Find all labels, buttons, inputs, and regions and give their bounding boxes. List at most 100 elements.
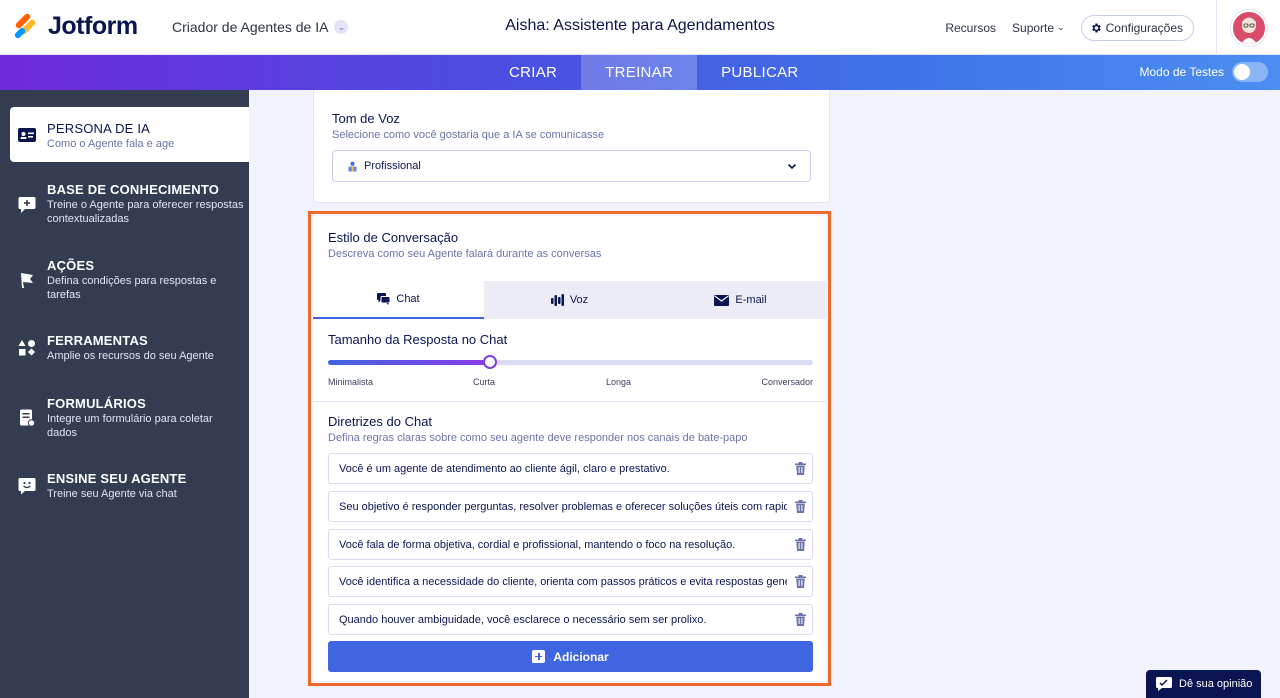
sidebar-item-desc: Amplie os recursos do seu Agente (47, 350, 214, 362)
trash-icon[interactable] (795, 500, 806, 513)
response-length-title: Tamanho da Resposta no Chat (328, 332, 508, 347)
sidebar-item-label: FERRAMENTAS (47, 333, 148, 348)
chevron-down-icon (787, 163, 797, 170)
sidebar-item-desc: Defina condições para respostas e tarefa… (47, 275, 217, 301)
header-actions: Recursos Suporte ⌄ Configurações (945, 0, 1280, 55)
tab-voice[interactable]: Voz (484, 281, 655, 319)
guidelines-title: Diretrizes do Chat (328, 414, 433, 429)
tab-label: Voz (569, 294, 589, 306)
conversation-style-card: Estilo de Conversação Descreva como seu … (313, 216, 826, 681)
sidebar-item-knowledge[interactable]: BASE DE CONHECIMENTO Treine o Agente par… (10, 180, 249, 230)
guideline-text[interactable]: Você identifica a necessidade do cliente… (339, 576, 787, 588)
style-subtitle: Descreva como seu Agente falará durante … (328, 248, 602, 260)
sidebar-item-label: PERSONA DE IA (47, 121, 151, 136)
guideline-row[interactable]: Você é um agente de atendimento ao clien… (328, 453, 813, 484)
feedback-button[interactable]: Dê sua opinião (1146, 670, 1261, 698)
add-guideline-button[interactable]: Adicionar (328, 641, 813, 672)
smile-chat-icon (18, 477, 36, 495)
chat-plus-icon (18, 196, 36, 214)
trash-icon[interactable] (795, 462, 806, 475)
tone-select[interactable]: Profissional (332, 150, 811, 182)
tone-selected-value: Profissional (364, 160, 421, 172)
feedback-label: Dê sua opinião (1179, 678, 1253, 690)
tone-of-voice-card: Tom de Voz Selecione como você gostaria … (313, 90, 830, 203)
tab-email[interactable]: E-mail (655, 281, 826, 319)
chat-icon (377, 293, 391, 305)
logo-text: Jotform (48, 12, 138, 40)
training-sidebar: PERSONA DE IA Como o Agente fala e age B… (0, 90, 249, 698)
plus-square-icon (532, 650, 546, 663)
support-menu[interactable]: Suporte ⌄ (1012, 21, 1065, 35)
section-divider (313, 401, 826, 402)
gear-icon (1091, 23, 1101, 32)
sidebar-item-tools[interactable]: FERRAMENTAS Amplie os recursos do seu Ag… (10, 333, 249, 373)
trash-icon[interactable] (795, 613, 806, 626)
style-title: Estilo de Conversação (328, 230, 459, 245)
avatar[interactable] (1231, 9, 1267, 46)
resources-link[interactable]: Recursos (945, 21, 996, 35)
voice-bars-icon (550, 294, 564, 306)
guideline-row[interactable]: Seu objetivo é responder perguntas, reso… (328, 491, 813, 522)
slider-fill (328, 360, 490, 365)
slider-label-minimal[interactable]: Minimalista (328, 377, 373, 387)
guideline-text[interactable]: Você fala de forma objetiva, cordial e p… (339, 539, 787, 551)
flag-icon (18, 271, 36, 289)
sidebar-item-label: FORMULÁRIOS (47, 396, 146, 411)
mail-icon (714, 294, 730, 306)
sidebar-item-actions[interactable]: AÇÕES Defina condições para respostas e … (10, 257, 249, 307)
mode-tabs: CRIAR TREINAR PUBLICAR (485, 55, 823, 90)
tab-train[interactable]: TREINAR (581, 55, 698, 90)
sidebar-item-desc: Treine seu Agente via chat (47, 488, 177, 500)
slider-label-short[interactable]: Curta (473, 377, 495, 387)
jotform-logo-icon (13, 12, 38, 40)
form-icon (18, 409, 36, 427)
support-label: Suporte (1012, 20, 1055, 35)
trash-icon[interactable] (795, 575, 806, 588)
guideline-row[interactable]: Quando houver ambiguidade, você esclarec… (328, 604, 813, 635)
guideline-row[interactable]: Você identifica a necessidade do cliente… (328, 566, 813, 597)
tone-title: Tom de Voz (332, 111, 400, 126)
guideline-text[interactable]: Você é um agente de atendimento ao clien… (339, 463, 787, 475)
tab-publish[interactable]: PUBLICAR (697, 55, 822, 90)
tab-chat[interactable]: Chat (313, 281, 484, 319)
test-mode-toggle[interactable] (1232, 62, 1268, 82)
chevron-down-icon: ⌄ (1057, 22, 1065, 32)
guidelines-subtitle: Defina regras claras sobre como seu agen… (328, 432, 748, 444)
briefcase-person-icon (348, 161, 357, 172)
guideline-text[interactable]: Quando houver ambiguidade, você esclarec… (339, 614, 787, 626)
sidebar-item-label: AÇÕES (47, 258, 95, 273)
sidebar-item-persona[interactable]: PERSONA DE IA Como o Agente fala e age (10, 107, 249, 162)
trash-icon[interactable] (795, 538, 806, 551)
tab-label: Chat (396, 293, 420, 305)
sidebar-item-label: ENSINE SEU AGENTE (47, 471, 187, 486)
user-avatar-icon (1241, 17, 1257, 44)
guideline-row[interactable]: Você fala de forma objetiva, cordial e p… (328, 529, 813, 560)
sidebar-item-forms[interactable]: FORMULÁRIOS Integre um formulário para c… (10, 395, 249, 445)
guideline-text[interactable]: Seu objetivo é responder perguntas, reso… (339, 501, 787, 513)
tab-create[interactable]: CRIAR (485, 55, 581, 90)
app-switcher[interactable]: Criador de Agentes de IA ⌄ (172, 19, 349, 35)
tone-subtitle: Selecione como você gostaria que a IA se… (332, 129, 605, 141)
sidebar-item-desc: Integre um formulário para coletar dados (47, 413, 213, 439)
add-label: Adicionar (553, 649, 609, 664)
id-card-icon (18, 126, 36, 144)
sidebar-item-desc: Treine o Agente para oferecer respostas … (47, 199, 244, 225)
slider-thumb[interactable] (483, 355, 497, 369)
channel-tabs: Chat Voz E-mail (313, 281, 826, 319)
response-length-slider[interactable] (328, 355, 813, 369)
sidebar-item-desc: Como o Agente fala e age (47, 138, 175, 150)
page-title[interactable]: Aisha: Assistente para Agendamentos (505, 17, 775, 34)
feedback-chat-icon (1156, 677, 1172, 691)
slider-label-conversational[interactable]: Conversador (761, 377, 813, 387)
top-header: Jotform Criador de Agentes de IA ⌄ Aisha… (0, 0, 1280, 55)
app-switcher-label: Criador de Agentes de IA (172, 19, 329, 35)
test-mode-label: Modo de Testes (1139, 65, 1225, 79)
test-mode-control: Modo de Testes (1139, 62, 1268, 82)
settings-label: Configurações (1105, 20, 1183, 35)
jotform-logo[interactable]: Jotform (13, 12, 138, 41)
slider-label-long[interactable]: Longa (606, 377, 631, 387)
tab-label: E-mail (735, 294, 767, 306)
sidebar-item-teach[interactable]: ENSINE SEU AGENTE Treine seu Agente via … (10, 471, 249, 511)
chevron-down-icon: ⌄ (334, 20, 349, 34)
settings-button[interactable]: Configurações (1080, 14, 1194, 41)
